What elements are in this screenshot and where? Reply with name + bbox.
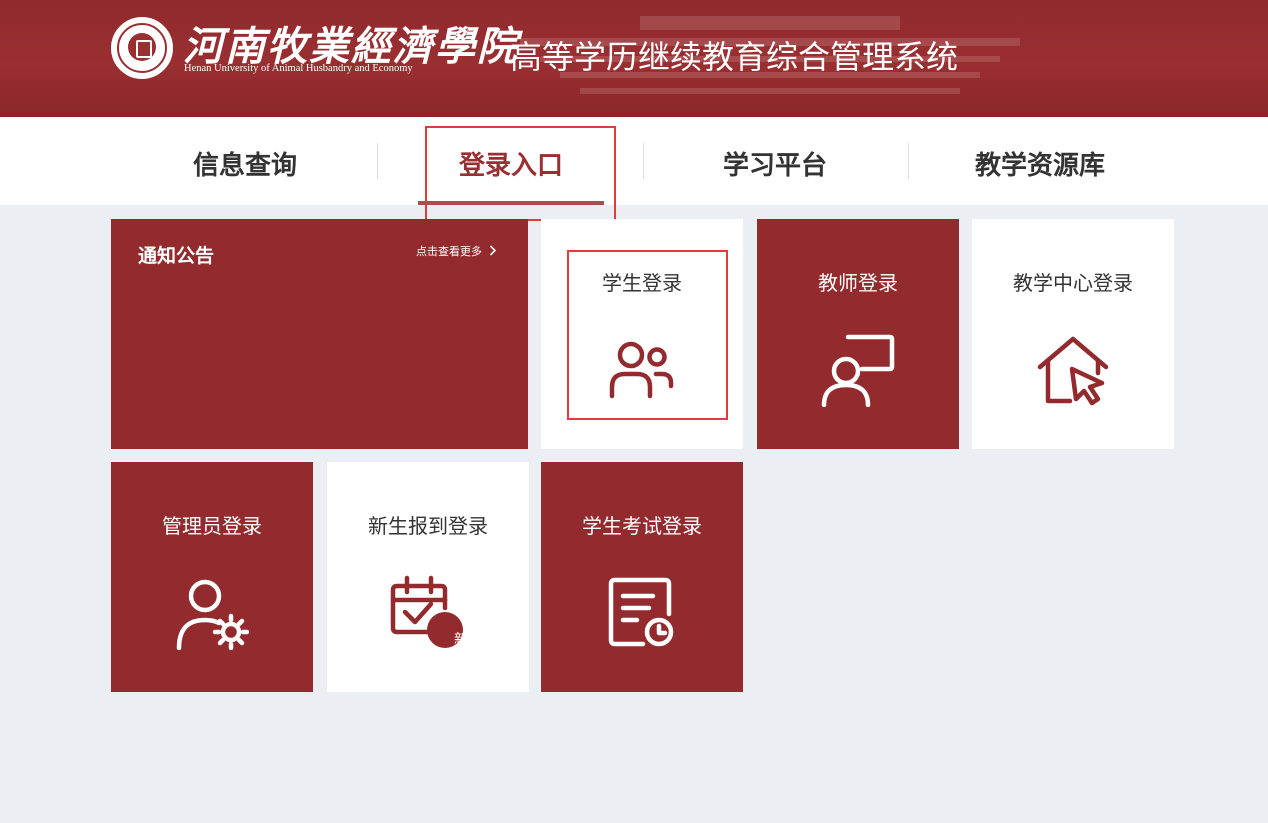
school-name-en: Henan University of Animal Husbandry and…	[184, 63, 413, 74]
new-badge: 新	[454, 632, 468, 648]
system-title: 高等学历继续教育综合管理系统	[510, 38, 959, 76]
nav-item-resource-library[interactable]: 教学资源库	[955, 145, 1125, 185]
notice-title: 通知公告	[138, 245, 215, 267]
nav-active-underline	[418, 201, 604, 205]
site-header: 河南牧業經濟學院 Henan University of Animal Husb…	[0, 0, 1268, 117]
tile-label: 教师登录	[818, 271, 898, 295]
nav-divider	[377, 143, 378, 179]
notice-more-label: 点击查看更多	[416, 245, 482, 258]
chevron-right-icon	[489, 245, 496, 256]
exam-clock-icon	[608, 577, 674, 647]
school-logo-seal	[111, 17, 173, 79]
home-cursor-icon	[1037, 336, 1109, 406]
tile-label: 学生登录	[602, 271, 682, 295]
notice-more-link[interactable]: 点击查看更多	[416, 243, 497, 259]
nav-item-info-query[interactable]: 信息查询	[170, 145, 320, 185]
students-icon	[609, 341, 674, 399]
tile-student-login[interactable]: 学生登录	[541, 219, 743, 449]
nav-divider	[643, 143, 644, 179]
tile-freshman-registration-login[interactable]: 新生报到登录 新	[327, 462, 529, 692]
notice-panel: 通知公告 点击查看更多	[111, 219, 528, 449]
nav-divider	[908, 143, 909, 179]
tile-teacher-login[interactable]: 教师登录	[757, 219, 959, 449]
admin-gear-icon	[176, 579, 249, 650]
tile-label: 新生报到登录	[368, 514, 488, 538]
tile-label: 管理员登录	[162, 514, 262, 538]
tile-label: 学生考试登录	[582, 514, 702, 538]
tile-label: 教学中心登录	[1013, 271, 1133, 295]
nav-item-login-entry[interactable]: 登录入口	[436, 145, 586, 185]
tile-student-exam-login[interactable]: 学生考试登录	[541, 462, 743, 692]
tile-admin-login[interactable]: 管理员登录	[111, 462, 313, 692]
main-nav: 信息查询 登录入口 学习平台 教学资源库	[0, 117, 1268, 205]
teacher-icon	[821, 334, 895, 407]
nav-item-learning-platform[interactable]: 学习平台	[700, 145, 850, 185]
tile-teaching-center-login[interactable]: 教学中心登录	[972, 219, 1174, 449]
